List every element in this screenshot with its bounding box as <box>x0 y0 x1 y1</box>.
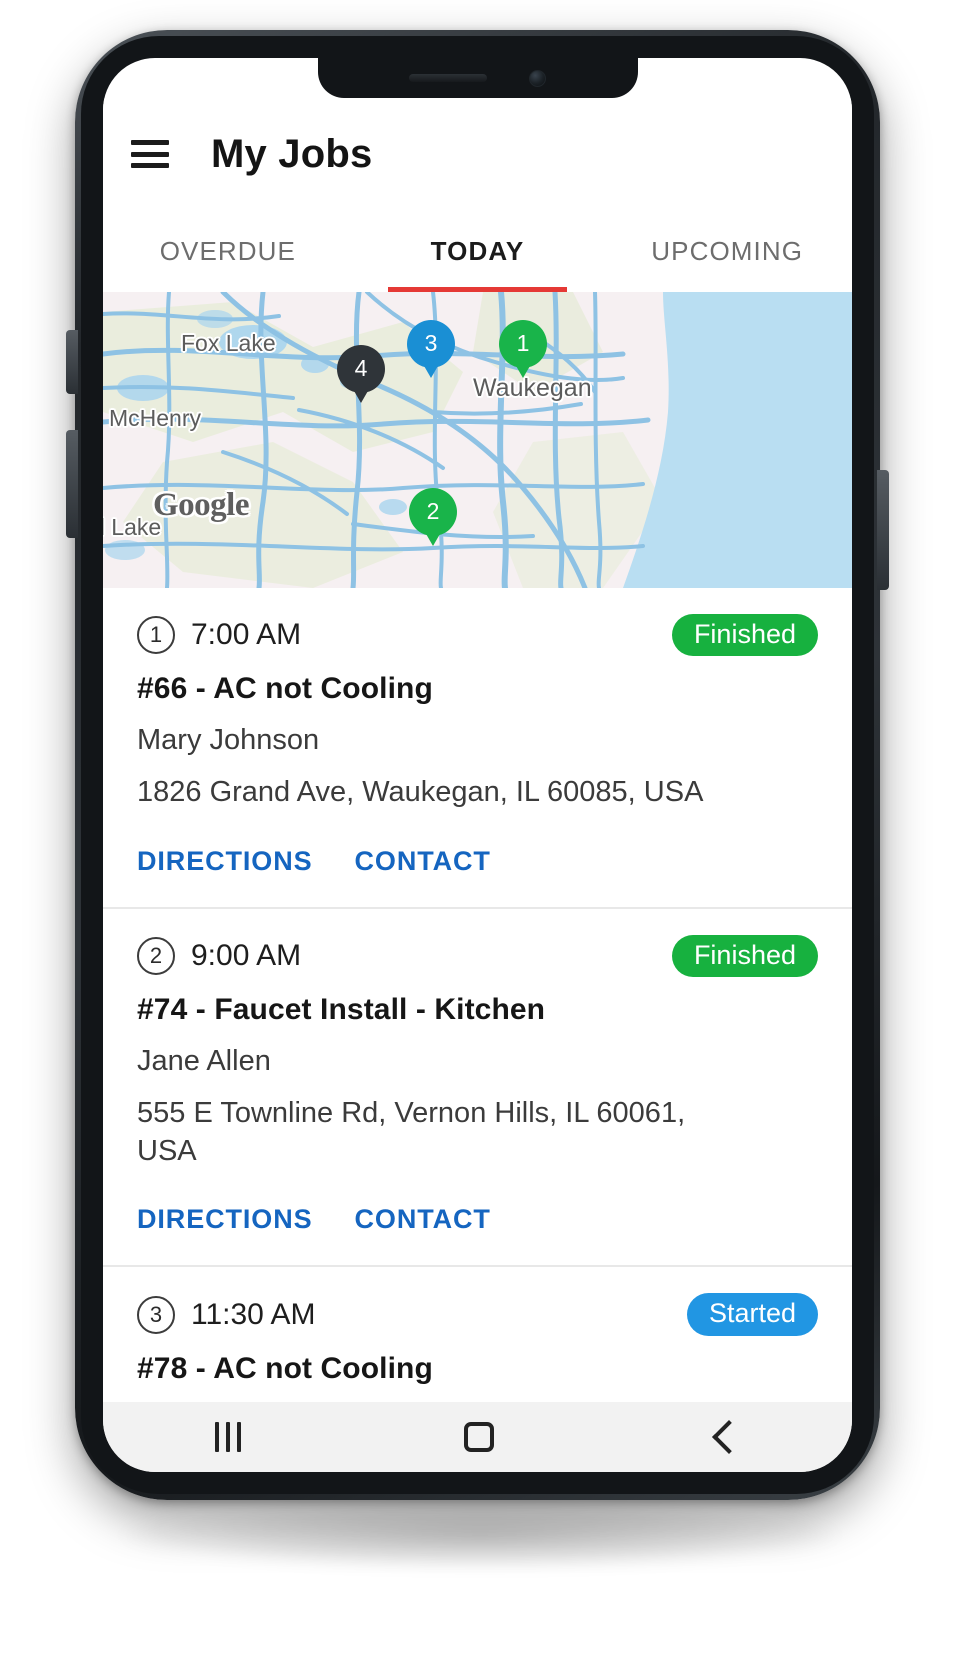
job-2-address: 555 E Townline Rd, Vernon Hills, IL 6006… <box>137 1096 686 1168</box>
job-3-title: #78 - AC not Cooling <box>137 1351 433 1385</box>
map-pin-1-label: 1 <box>516 329 530 356</box>
job-3-header-row: 3 11:30 AM Started <box>137 1293 818 1336</box>
job-3-time: 11:30 AM <box>191 1297 316 1331</box>
job-2-actions: DIRECTIONS CONTACT <box>137 1204 818 1235</box>
job-2-time: 9:00 AM <box>191 938 302 972</box>
recents-icon[interactable] <box>214 1422 241 1452</box>
job-2-contact-link[interactable]: CONTACT <box>355 1204 491 1235</box>
tab-overdue[interactable]: OVERDUE <box>103 210 353 292</box>
job-3-status-badge: Started <box>686 1293 818 1336</box>
job-1-status-badge: Finished <box>671 614 818 657</box>
earpiece-speaker-icon <box>409 74 487 82</box>
job-1-customer: Mary Johnson <box>137 724 320 757</box>
hamburger-menu-icon[interactable] <box>131 140 169 168</box>
page-title: My Jobs <box>211 131 373 176</box>
job-2-status-badge: Finished <box>671 934 818 977</box>
front-camera-icon <box>529 69 546 87</box>
job-1-header-row: 1 7:00 AM Finished <box>137 614 818 657</box>
job-1-address: 1826 Grand Ave, Waukegan, IL 60085, USA <box>137 776 704 809</box>
phone-screen: My Jobs OVERDUE TODAY UPCOMING Fox Lake … <box>103 58 852 1472</box>
job-3-sequence-number: 3 <box>137 1295 175 1334</box>
back-icon[interactable] <box>711 1420 746 1454</box>
phone-drop-shadow <box>120 1500 840 1570</box>
job-card-2[interactable]: 2 9:00 AM Finished #74 - Faucet Install … <box>103 908 852 1268</box>
job-1-contact-link[interactable]: CONTACT <box>355 846 491 877</box>
map-label-fox-lake: Fox Lake <box>181 330 276 356</box>
job-1-time: 7:00 AM <box>191 618 302 652</box>
jobs-map[interactable]: Fox Lake McHenry al Lake Waukegan Google… <box>103 292 852 588</box>
screenshot-stage: My Jobs OVERDUE TODAY UPCOMING Fox Lake … <box>0 0 960 1680</box>
job-1-directions-link[interactable]: DIRECTIONS <box>137 846 313 877</box>
job-2-customer: Jane Allen <box>137 1044 271 1077</box>
map-pin-3[interactable]: 3 <box>407 320 455 382</box>
job-list[interactable]: 1 7:00 AM Finished #66 - AC not Cooling … <box>103 588 852 1402</box>
app-header: My Jobs <box>103 98 852 210</box>
phone-notch <box>317 58 638 98</box>
map-pin-1[interactable]: 1 <box>499 320 547 382</box>
job-2-header-row: 2 9:00 AM Finished <box>137 934 818 977</box>
tab-upcoming[interactable]: UPCOMING <box>602 210 852 292</box>
volume-down-button[interactable] <box>66 430 78 538</box>
job-2-directions-link[interactable]: DIRECTIONS <box>137 1204 313 1235</box>
google-logo: Google <box>153 487 249 523</box>
job-card-3[interactable]: 3 11:30 AM Started #78 - AC not Cooling <box>103 1267 852 1402</box>
map-label-mchenry: McHenry <box>109 405 202 431</box>
job-1-sequence-number: 1 <box>137 616 175 655</box>
map-pin-2[interactable]: 2 <box>409 488 457 550</box>
tab-bar: OVERDUE TODAY UPCOMING <box>103 210 852 292</box>
job-1-actions: DIRECTIONS CONTACT <box>137 846 818 877</box>
job-card-1[interactable]: 1 7:00 AM Finished #66 - AC not Cooling … <box>103 588 852 909</box>
tab-today[interactable]: TODAY <box>353 210 603 292</box>
map-pin-4-label: 4 <box>354 354 368 381</box>
job-1-title: #66 - AC not Cooling <box>137 672 433 706</box>
map-pin-3-label: 3 <box>424 329 438 356</box>
map-pin-4[interactable]: 4 <box>337 345 385 407</box>
map-pin-2-label: 2 <box>426 497 440 524</box>
job-2-sequence-number: 2 <box>137 936 175 975</box>
android-navigation-bar <box>103 1402 852 1472</box>
volume-up-button[interactable] <box>66 330 78 394</box>
job-2-title: #74 - Faucet Install - Kitchen <box>137 992 546 1026</box>
power-button[interactable] <box>877 470 889 590</box>
home-icon[interactable] <box>463 1422 494 1452</box>
